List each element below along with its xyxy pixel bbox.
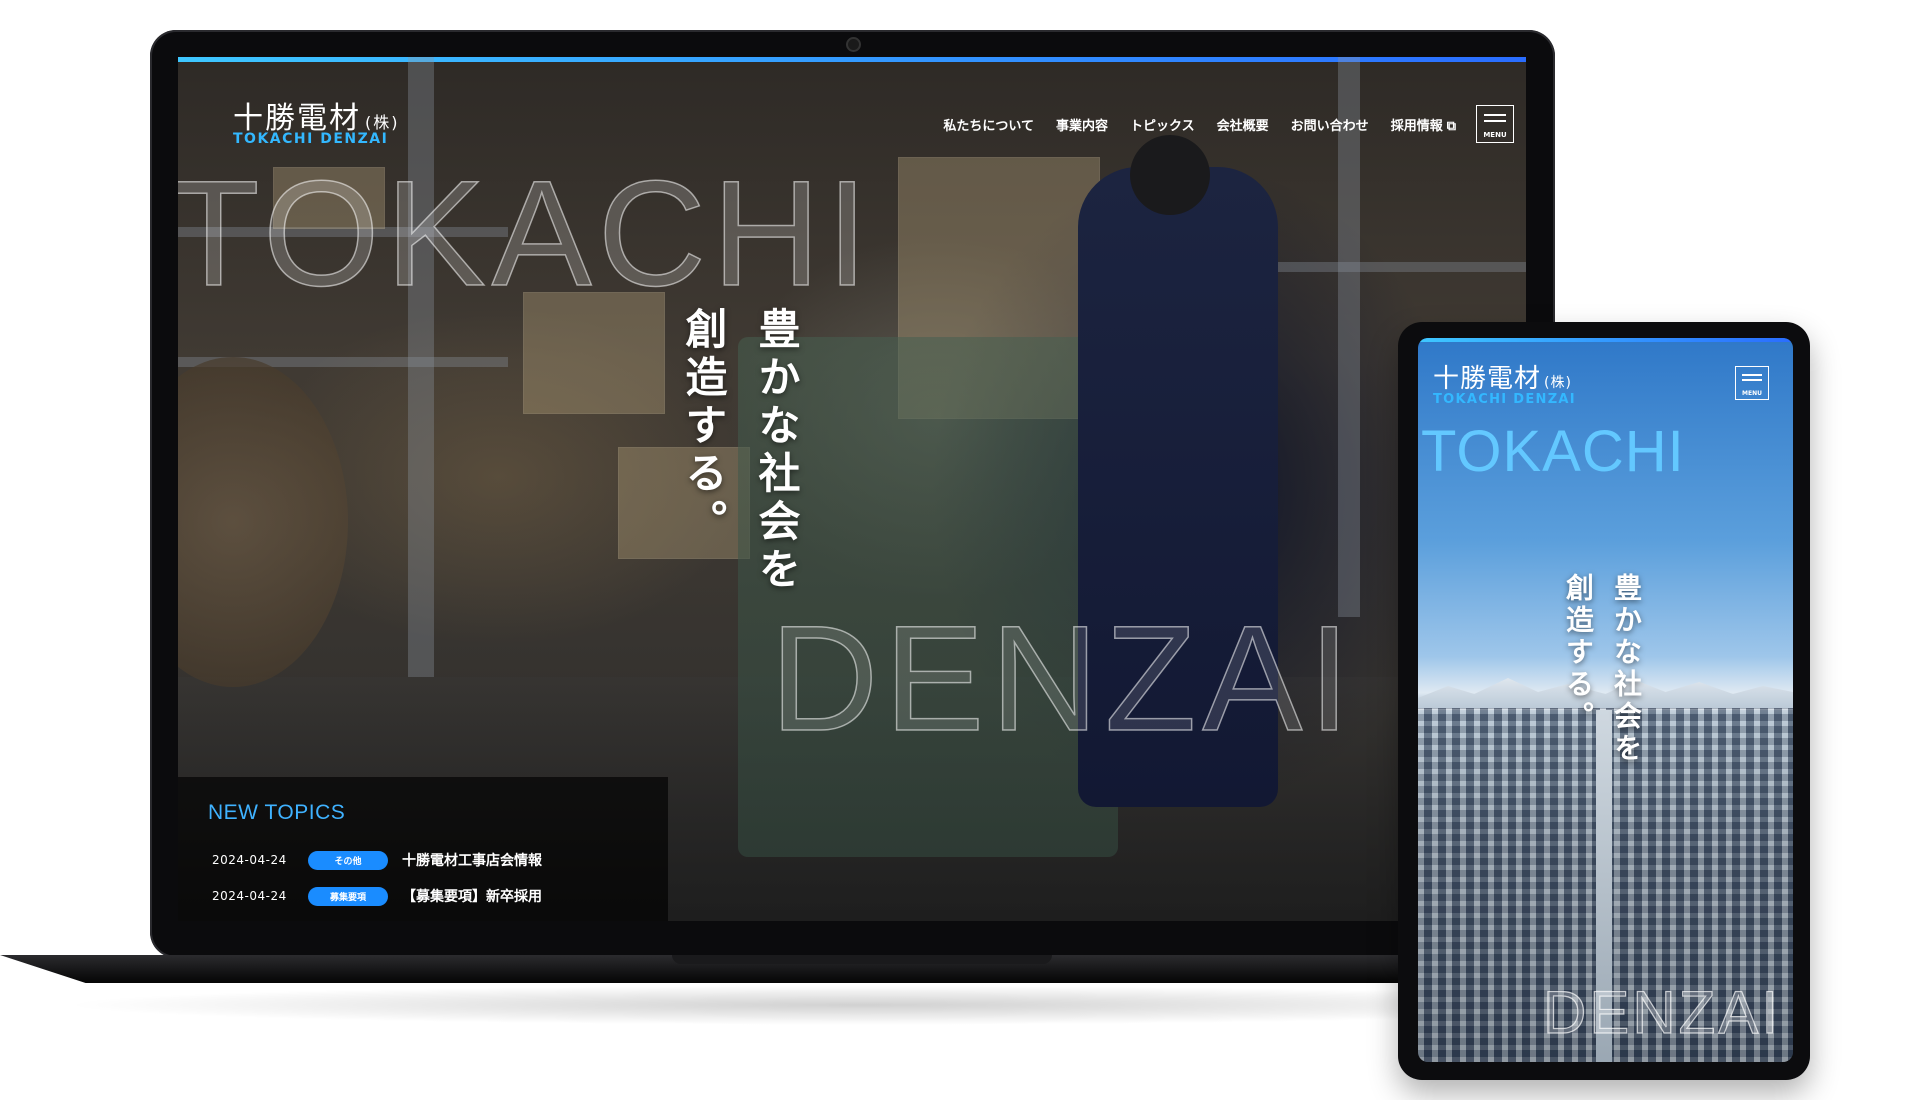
nav-item-company[interactable]: 会社概要 xyxy=(1217,115,1269,134)
logo-name-en: TOKACHI DENZAI xyxy=(1433,392,1576,407)
cable-reel xyxy=(178,357,348,687)
nav-item-about[interactable]: 私たちについて xyxy=(943,115,1034,134)
logo-name-en: TOKACHI DENZAI xyxy=(233,131,389,147)
menu-bar xyxy=(1484,114,1506,116)
hero-bg-word-tokachi: TOKACHI xyxy=(178,148,875,318)
nav-item-business[interactable]: 事業内容 xyxy=(1056,115,1108,134)
menu-label: MENU xyxy=(1742,390,1762,397)
hero-bg-word-denzai: DENZAI xyxy=(769,593,1357,763)
nav-item-recruit[interactable]: 採用情報 ⧉ xyxy=(1391,115,1456,134)
menu-bar xyxy=(1742,374,1762,376)
new-topics-panel: NEW TOPICS 2024-04-24 その他 十勝電材工事店会情報 202… xyxy=(178,777,668,921)
tablet-screen: 十勝電材 (株) TOKACHI DENZAI MENU TOKACHI 豊かな社… xyxy=(1418,338,1793,1062)
menu-label: MENU xyxy=(1483,131,1507,139)
nav-item-topics[interactable]: トピックス xyxy=(1130,115,1195,134)
topic-item[interactable]: 2024-04-24 その他 十勝電材工事店会情報 xyxy=(212,850,542,870)
topic-category-badge: 募集要項 xyxy=(308,886,388,906)
topics-heading: NEW TOPICS xyxy=(208,801,346,824)
desktop-screen: TOKACHI DENZAI 十勝電材 (株) TOKACHI DENZAI 私た… xyxy=(178,57,1526,921)
hero-bg-word-denzai: DENZAI xyxy=(1542,978,1782,1046)
hero-bg-word-tokachi: TOKACHI xyxy=(1421,419,1685,484)
laptop-notch xyxy=(672,955,1052,964)
catchcopy-line-2: 創造する。 xyxy=(679,307,728,547)
topic-title: 十勝電材工事店会情報 xyxy=(402,853,542,869)
nav-item-recruit-label: 採用情報 xyxy=(1390,119,1443,134)
worker-head xyxy=(1130,135,1210,215)
catchcopy-line-1: 豊かな社会を xyxy=(1610,573,1643,765)
shelf-post xyxy=(1338,57,1360,617)
global-nav: 私たちについて 事業内容 トピックス 会社概要 お問い合わせ 採用情報 ⧉ xyxy=(943,115,1456,134)
camera-icon xyxy=(848,39,859,50)
nav-item-contact[interactable]: お問い合わせ xyxy=(1291,115,1369,134)
topic-date: 2024-04-24 xyxy=(212,853,287,867)
accent-bar xyxy=(178,57,1526,62)
catchcopy-line-2: 創造する。 xyxy=(1562,573,1595,733)
catchcopy-line-1: 豊かな社会を xyxy=(752,307,801,595)
topic-category-badge: その他 xyxy=(308,850,388,870)
shelf-beam xyxy=(1268,262,1526,272)
menu-button[interactable]: MENU xyxy=(1735,366,1769,400)
menu-bar xyxy=(1742,379,1762,381)
logo-suffix: (株) xyxy=(1544,375,1572,391)
topic-item[interactable]: 2024-04-24 募集要項 【募集要項】新卒採用 xyxy=(212,886,542,906)
hero-catchcopy: 豊かな社会を 創造する。 xyxy=(1558,573,1646,765)
logo-suffix: (株) xyxy=(365,113,400,132)
menu-bar xyxy=(1484,120,1506,122)
logo-name-jp: 十勝電材 xyxy=(1433,364,1542,394)
topic-title: 【募集要項】新卒採用 xyxy=(402,889,542,905)
accent-bar xyxy=(1418,338,1793,342)
hero-catchcopy: 豊かな社会を 創造する。 xyxy=(673,307,807,595)
external-link-icon: ⧉ xyxy=(1446,119,1456,134)
topic-date: 2024-04-24 xyxy=(212,889,287,903)
site-logo[interactable]: 十勝電材 (株) xyxy=(1433,358,1572,395)
menu-button[interactable]: MENU xyxy=(1476,105,1514,143)
